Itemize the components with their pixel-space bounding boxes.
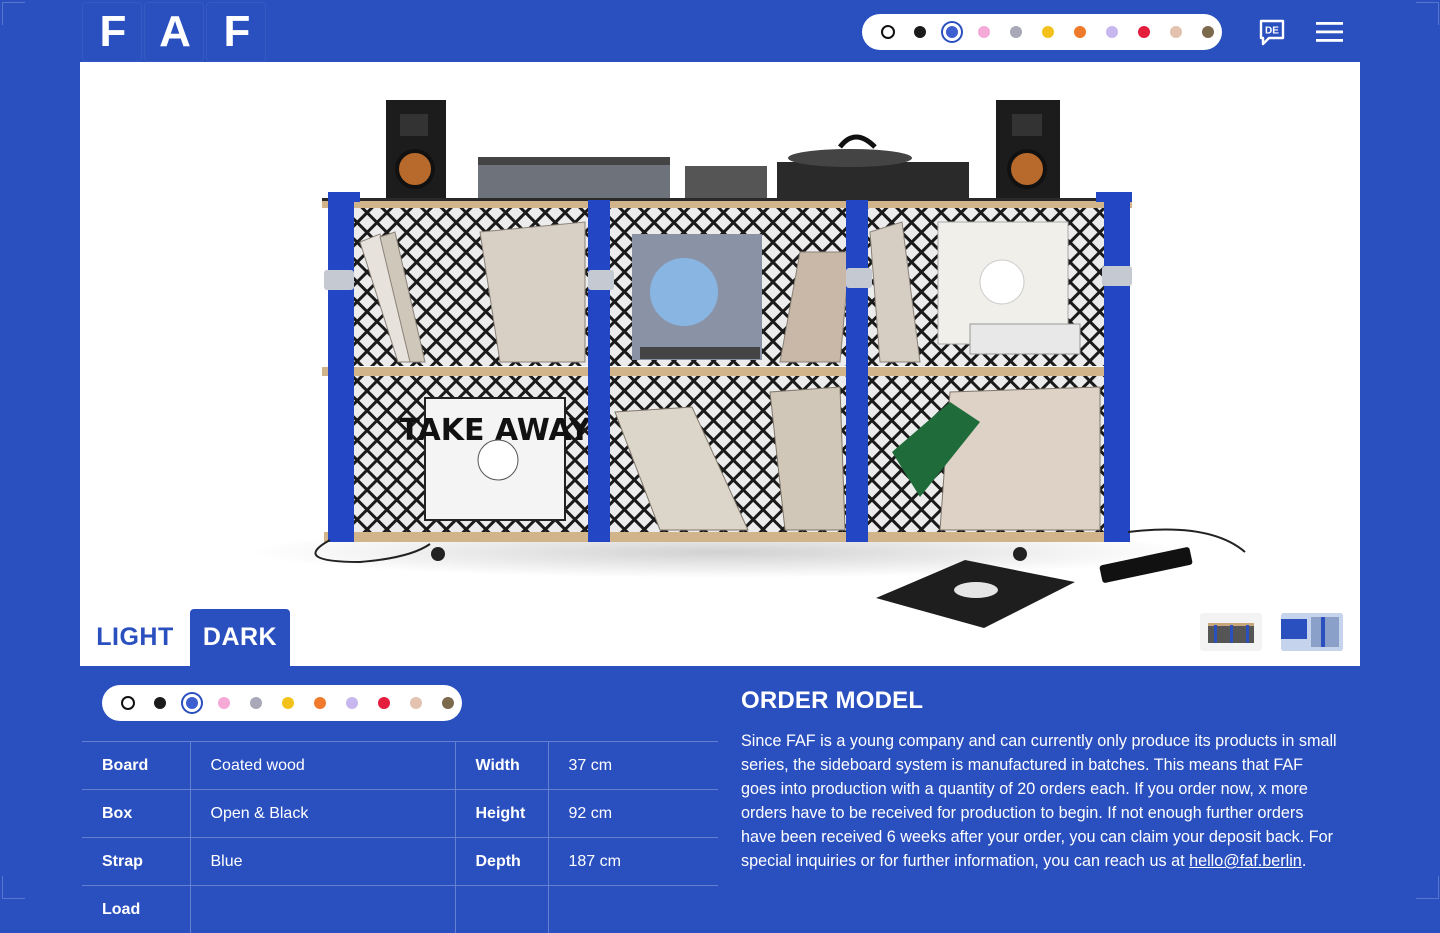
color-swatch-9[interactable] bbox=[410, 697, 422, 709]
header-color-swatch-5[interactable] bbox=[1042, 26, 1054, 38]
header-color-swatch-8[interactable] bbox=[1138, 26, 1150, 38]
variant-tab-dark[interactable]: DARK bbox=[190, 609, 290, 666]
spec-label: Depth bbox=[455, 838, 548, 886]
spec-row: Load bbox=[82, 886, 718, 933]
order-model-text: Since FAF is a young company and can cur… bbox=[741, 729, 1341, 873]
spec-label: Height bbox=[455, 790, 548, 838]
color-swatch-5[interactable] bbox=[282, 697, 294, 709]
color-swatch-0[interactable] bbox=[121, 696, 135, 710]
sideboard-illustration: TAKE AWAY bbox=[80, 62, 1360, 666]
menu-button[interactable] bbox=[1302, 2, 1358, 62]
header-color-swatch-1[interactable] bbox=[914, 26, 926, 38]
color-swatch-4[interactable] bbox=[250, 697, 262, 709]
spec-value: 37 cm bbox=[548, 742, 718, 790]
frame-corner bbox=[2, 876, 25, 899]
spec-label: Box bbox=[82, 790, 190, 838]
header-color-swatch-4[interactable] bbox=[1010, 26, 1022, 38]
color-swatch-1[interactable] bbox=[154, 697, 166, 709]
header-color-swatch-2[interactable] bbox=[946, 26, 958, 38]
email-link[interactable]: hello@faf.berlin bbox=[1189, 852, 1302, 870]
variant-tab-light-label: LIGHT bbox=[96, 623, 174, 652]
logo-letter: A bbox=[159, 10, 189, 54]
spec-value: 92 cm bbox=[548, 790, 718, 838]
language-label: DE bbox=[1265, 26, 1279, 37]
logo-letter: F bbox=[224, 10, 249, 54]
spec-value bbox=[190, 886, 455, 933]
spec-row: BoxOpen & BlackHeight92 cm bbox=[82, 790, 718, 838]
frame-corner bbox=[1416, 876, 1439, 899]
header-color-swatch-7[interactable] bbox=[1106, 26, 1118, 38]
thumbnail-image bbox=[1281, 613, 1343, 651]
language-button[interactable]: DE bbox=[1244, 2, 1300, 62]
order-model-end: . bbox=[1302, 852, 1307, 870]
spec-table: BoardCoated woodWidth37 cmBoxOpen & Blac… bbox=[82, 741, 718, 933]
header-color-swatch-6[interactable] bbox=[1074, 26, 1086, 38]
order-model-title: ORDER MODEL bbox=[741, 687, 923, 715]
color-swatch-7[interactable] bbox=[346, 697, 358, 709]
frame-corner bbox=[2, 2, 25, 25]
spec-label: Load bbox=[82, 886, 190, 933]
speech-bubble-icon: DE bbox=[1257, 17, 1287, 47]
spec-label bbox=[455, 886, 548, 933]
logo-a-tile[interactable]: A bbox=[144, 2, 204, 62]
color-swatch-3[interactable] bbox=[218, 697, 230, 709]
logo-f-tile[interactable]: F bbox=[82, 2, 142, 62]
spec-label: Board bbox=[82, 742, 190, 790]
spec-value bbox=[548, 886, 718, 933]
spec-value: Coated wood bbox=[190, 742, 455, 790]
gallery-thumbnail[interactable] bbox=[1281, 613, 1343, 651]
spec-value: Open & Black bbox=[190, 790, 455, 838]
variant-tab-dark-label: DARK bbox=[203, 623, 277, 652]
spec-label: Width bbox=[455, 742, 548, 790]
spec-value: Blue bbox=[190, 838, 455, 886]
spec-row: StrapBlueDepth187 cm bbox=[82, 838, 718, 886]
thumbnail-image bbox=[1200, 613, 1262, 651]
spec-label: Strap bbox=[82, 838, 190, 886]
header-color-swatch-3[interactable] bbox=[978, 26, 990, 38]
product-hero-image: TAKE AWAY bbox=[80, 62, 1360, 666]
color-swatch-picker bbox=[102, 685, 462, 721]
variant-tab-light[interactable]: LIGHT bbox=[82, 609, 188, 666]
order-model-body: Since FAF is a young company and can cur… bbox=[741, 732, 1337, 870]
frame-corner bbox=[1416, 2, 1439, 25]
logo-letter: F bbox=[100, 10, 125, 54]
color-swatch-8[interactable] bbox=[378, 697, 390, 709]
color-swatch-picker-top bbox=[862, 14, 1222, 50]
header-color-swatch-9[interactable] bbox=[1170, 26, 1182, 38]
color-swatch-2[interactable] bbox=[186, 697, 198, 709]
spec-value: 187 cm bbox=[548, 838, 718, 886]
hamburger-icon bbox=[1315, 20, 1345, 44]
gallery-thumbnail[interactable] bbox=[1200, 613, 1262, 651]
logo-f-tile[interactable]: F bbox=[206, 2, 266, 62]
color-swatch-10[interactable] bbox=[442, 697, 454, 709]
color-swatch-6[interactable] bbox=[314, 697, 326, 709]
header-color-swatch-0[interactable] bbox=[881, 25, 895, 39]
spec-row: BoardCoated woodWidth37 cm bbox=[82, 742, 718, 790]
header-color-swatch-10[interactable] bbox=[1202, 26, 1214, 38]
